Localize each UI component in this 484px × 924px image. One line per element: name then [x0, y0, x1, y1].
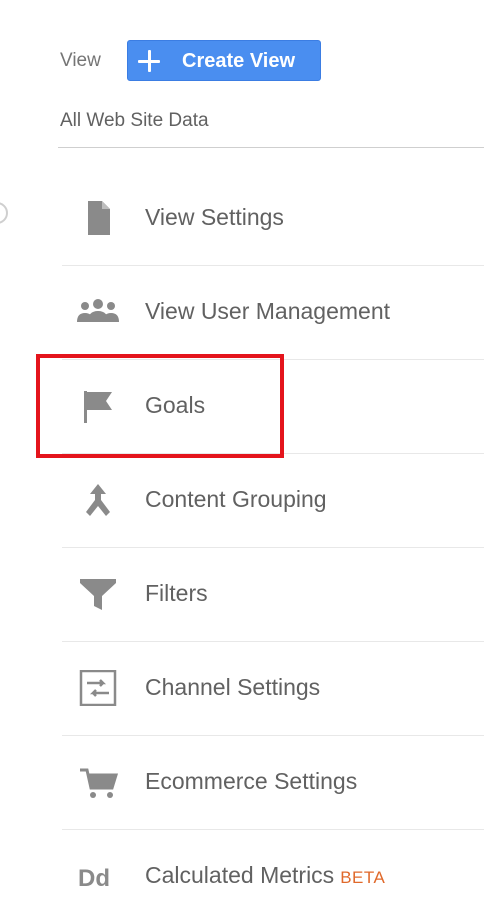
menu-item-filters[interactable]: Filters [62, 548, 484, 642]
channel-settings-icon [76, 670, 120, 706]
menu-item-goals[interactable]: Goals [62, 360, 484, 454]
view-selector-underline [58, 147, 484, 148]
menu-item-label: Channel Settings [145, 674, 321, 700]
view-selector[interactable]: All Web Site Data [60, 110, 209, 132]
menu-item-label: Calculated Metrics BETA [145, 862, 386, 888]
merge-icon [76, 482, 120, 518]
plus-icon [138, 50, 160, 72]
users-icon [76, 294, 120, 330]
svg-text:Dd: Dd [78, 865, 110, 892]
create-view-button[interactable]: Create View [127, 40, 321, 81]
view-label: View [60, 50, 101, 71]
menu-item-content-grouping[interactable]: Content Grouping [62, 454, 484, 548]
menu-item-calculated-metrics[interactable]: Dd Calculated Metrics BETA [62, 830, 484, 924]
menu-item-label: Filters [145, 580, 208, 606]
menu-item-ecommerce-settings[interactable]: Ecommerce Settings [62, 736, 484, 830]
filter-icon [76, 576, 120, 612]
menu-item-view-user-management[interactable]: View User Management [62, 266, 484, 360]
cart-icon [76, 764, 120, 800]
view-admin-menu: View Settings View User Management Goals [62, 172, 484, 924]
menu-item-label: View User Management [145, 298, 391, 324]
menu-item-view-settings[interactable]: View Settings [62, 172, 484, 266]
menu-item-label: Ecommerce Settings [145, 768, 358, 794]
flag-icon [76, 388, 120, 424]
calculated-metrics-icon: Dd [76, 858, 120, 894]
beta-badge: BETA [340, 868, 386, 887]
menu-item-channel-settings[interactable]: Channel Settings [62, 642, 484, 736]
create-view-label: Create View [182, 50, 296, 72]
document-icon [76, 200, 120, 236]
menu-item-label: Goals [145, 392, 206, 418]
menu-item-label: View Settings [145, 204, 284, 230]
collapse-circle[interactable] [0, 202, 8, 224]
menu-item-label: Content Grouping [145, 486, 327, 512]
